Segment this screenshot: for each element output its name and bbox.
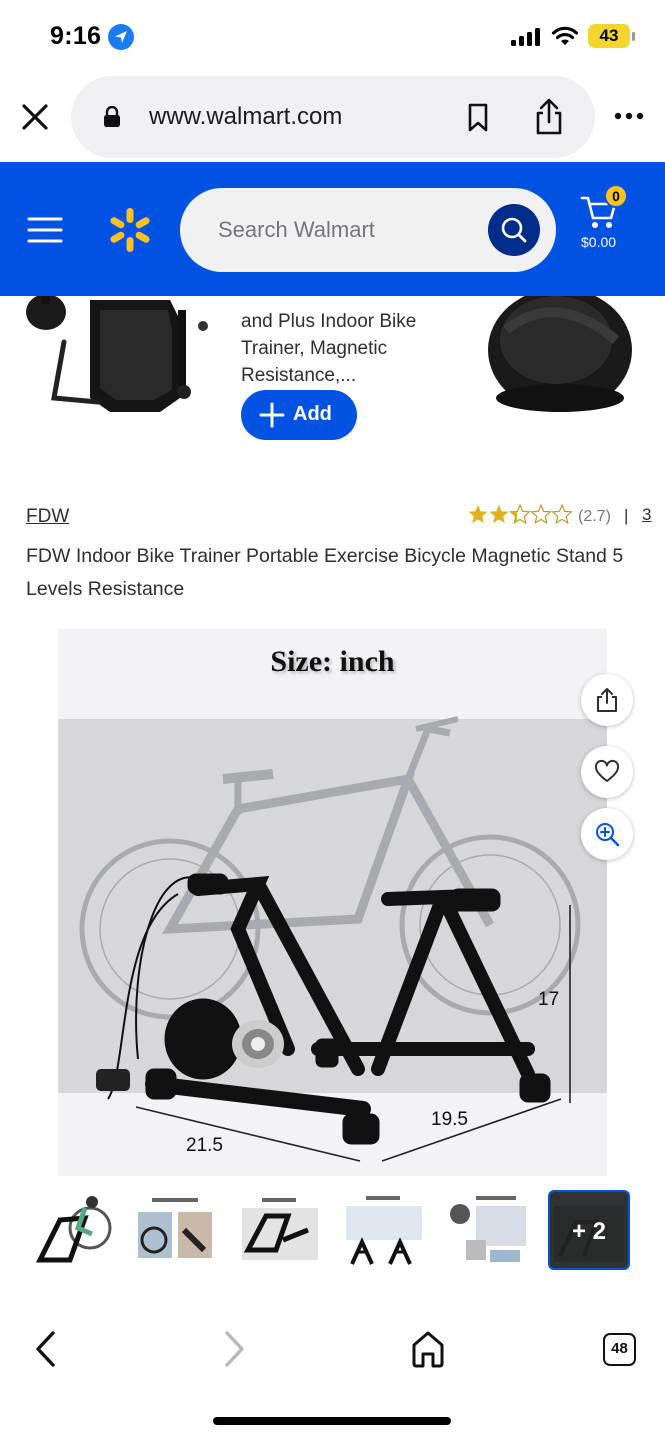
- cellular-signal-icon: [511, 28, 540, 46]
- battery-indicator: 43: [588, 24, 630, 48]
- search-button[interactable]: [488, 204, 540, 256]
- star-rating-icon: [468, 504, 572, 524]
- walmart-header: Search Walmart 0 $0.00: [0, 162, 665, 296]
- rating-separator: |: [624, 506, 629, 525]
- cart-button[interactable]: 0 $0.00: [578, 182, 644, 262]
- main-product-image[interactable]: Size: inch 21.5 19.5 17: [58, 629, 607, 1176]
- walmart-spark-logo[interactable]: [106, 206, 154, 254]
- zoom-icon: [596, 823, 620, 847]
- address-bar[interactable]: www.walmart.com: [71, 76, 595, 158]
- browser-toolbar: 48: [0, 1300, 665, 1400]
- search-placeholder: Search Walmart: [218, 217, 375, 242]
- brand-link[interactable]: FDW: [26, 506, 69, 528]
- close-icon[interactable]: [20, 102, 50, 132]
- dimension-width-label: 21.5: [186, 1135, 223, 1156]
- back-icon[interactable]: [34, 1330, 56, 1368]
- more-options-icon[interactable]: [614, 112, 644, 120]
- add-to-cart-button[interactable]: Add: [241, 390, 357, 440]
- cart-total: $0.00: [581, 234, 617, 250]
- status-bar: 9:16 43: [0, 0, 665, 74]
- thumbnail-5-image: [446, 1190, 528, 1270]
- menu-icon[interactable]: [27, 216, 63, 244]
- share-icon[interactable]: [533, 98, 565, 136]
- location-arrow-icon: [108, 24, 134, 50]
- rating-value: (2.7): [578, 508, 611, 525]
- home-icon[interactable]: [411, 1330, 445, 1368]
- tabs-button[interactable]: 48: [603, 1333, 636, 1366]
- riser-block-image[interactable]: [486, 296, 636, 420]
- battery-nub: [632, 32, 635, 41]
- heart-icon: [594, 759, 620, 782]
- wifi-icon: [551, 26, 579, 45]
- share-image-button[interactable]: [581, 674, 633, 726]
- review-count-link[interactable]: 3: [642, 505, 651, 525]
- thumbnail-1[interactable]: [30, 1190, 112, 1270]
- plus-icon: [259, 402, 285, 428]
- thumbnail-3-image: [238, 1190, 320, 1270]
- status-time: 9:16: [50, 22, 102, 50]
- favorite-button[interactable]: [581, 746, 633, 798]
- recommended-item-title[interactable]: and Plus Indoor Bike Trainer, Magnetic R…: [241, 308, 451, 389]
- add-button-label: Add: [293, 403, 332, 425]
- thumbnail-5[interactable]: [446, 1190, 528, 1270]
- dimension-height-label: 17: [538, 989, 560, 1010]
- product-title: FDW Indoor Bike Trainer Portable Exercis…: [26, 545, 624, 600]
- cart-count-badge: 0: [604, 184, 628, 208]
- search-icon: [501, 217, 527, 243]
- thumbnail-6-more[interactable]: + 2: [548, 1190, 630, 1270]
- forward-icon[interactable]: [224, 1330, 246, 1368]
- lock-icon: [104, 106, 120, 127]
- thumbnail-4[interactable]: [342, 1190, 424, 1270]
- share-icon: [597, 688, 617, 712]
- more-images-label: + 2: [550, 1192, 628, 1268]
- url-text: www.walmart.com: [149, 103, 343, 130]
- thumbnail-1-image: [30, 1190, 112, 1270]
- bookmark-icon[interactable]: [467, 103, 489, 133]
- thumbnail-2-image: [134, 1190, 216, 1270]
- image-thumbnail-strip: + 2: [0, 1188, 665, 1274]
- thumbnail-2[interactable]: [134, 1190, 216, 1270]
- thumbnail-3[interactable]: [238, 1190, 320, 1270]
- recommendation-strip: and Plus Indoor Bike Trainer, Magnetic R…: [0, 296, 665, 466]
- dimension-depth-label: 19.5: [431, 1109, 468, 1130]
- trainer-parts-image[interactable]: [20, 296, 220, 420]
- thumbnail-4-image: [342, 1190, 424, 1270]
- zoom-button[interactable]: [581, 808, 633, 860]
- browser-bar: www.walmart.com: [0, 74, 665, 162]
- search-input[interactable]: Search Walmart: [180, 188, 556, 272]
- home-indicator: [213, 1417, 451, 1425]
- bike-trainer-illustration: [79, 716, 581, 1162]
